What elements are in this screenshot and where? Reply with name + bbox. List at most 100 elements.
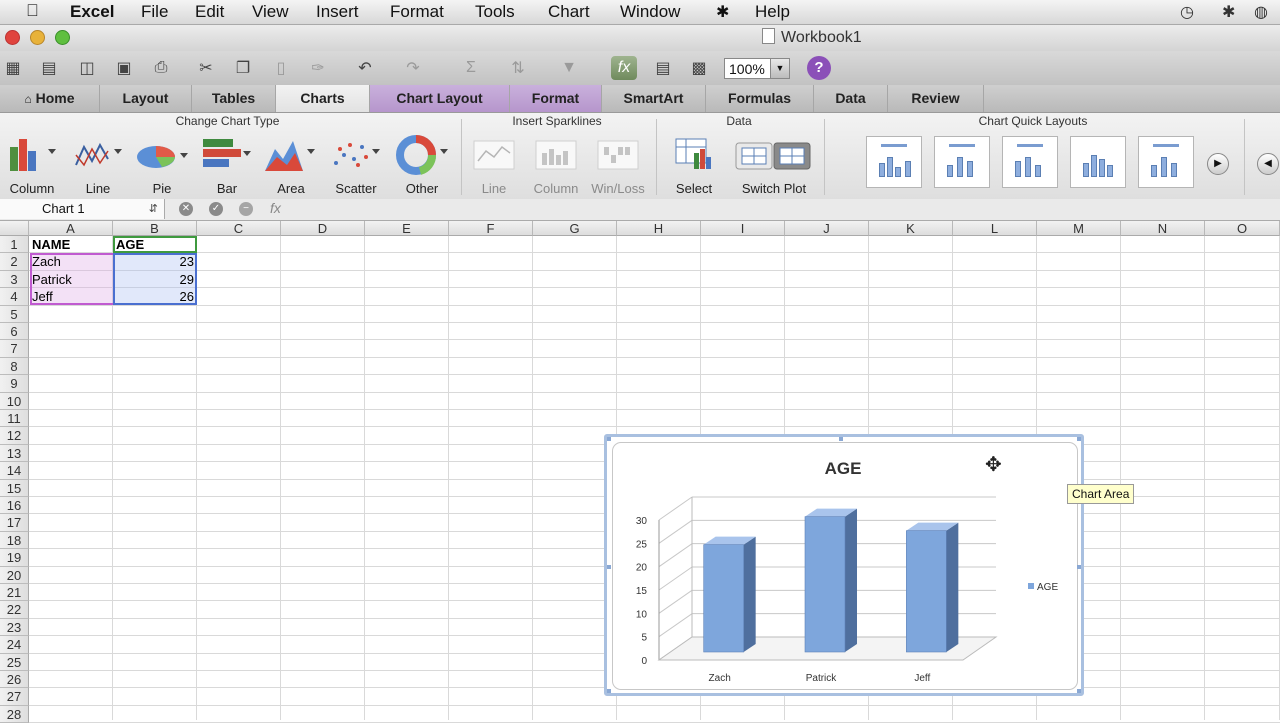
menu-help[interactable]: Help <box>755 2 790 22</box>
tab-chart-layout[interactable]: Chart Layout <box>370 85 510 112</box>
row-header-6[interactable]: 6 <box>0 323 29 341</box>
area-chart-button[interactable]: Area <box>263 135 319 196</box>
menu-window[interactable]: Window <box>620 2 680 22</box>
name-box[interactable]: Chart 1 ⇵ <box>0 199 165 219</box>
quick-layout-4[interactable] <box>1070 136 1126 188</box>
script-menu-icon[interactable]: ✱ <box>716 2 729 22</box>
column-header-A[interactable]: A <box>29 221 113 236</box>
stepper-icon[interactable]: ⇵ <box>149 199 158 219</box>
quick-layout-5[interactable] <box>1138 136 1194 188</box>
previous-arrow-icon[interactable]: ◀ <box>1257 153 1279 175</box>
row-header-26[interactable]: 26 <box>0 671 29 689</box>
menu-edit[interactable]: Edit <box>195 2 224 22</box>
other-chart-button[interactable]: Other <box>394 135 450 196</box>
row-header-2[interactable]: 2 <box>0 253 29 271</box>
chevron-down-icon[interactable]: ▼ <box>770 59 789 78</box>
tab-tables[interactable]: Tables <box>192 85 276 112</box>
tab-home[interactable]: ⌂ Home <box>0 85 100 112</box>
column-header-F[interactable]: F <box>449 221 533 236</box>
apple-menu-icon[interactable]:  <box>26 1 39 21</box>
row-header-14[interactable]: 14 <box>0 462 29 480</box>
cell-B3[interactable]: 29 <box>116 271 194 288</box>
time-machine-icon[interactable]: ◷ <box>1180 2 1194 22</box>
column-header-D[interactable]: D <box>281 221 365 236</box>
menu-tools[interactable]: Tools <box>475 2 515 22</box>
accept-formula-icon[interactable]: ✓ <box>209 202 223 216</box>
chart-object[interactable]: AGE 0 5 10 15 20 25 30 Zach Patrick Jeff AGE <box>604 434 1084 696</box>
switch-plot-button[interactable]: Switch Plot <box>732 135 816 196</box>
row-header-19[interactable]: 19 <box>0 549 29 567</box>
bluetooth-icon[interactable]: ✱ <box>1222 2 1235 22</box>
sort-icon[interactable]: ⇅ <box>505 56 531 80</box>
column-header-O[interactable]: O <box>1205 221 1280 236</box>
copy-icon[interactable]: ❐ <box>230 56 256 80</box>
column-chart-button[interactable]: Column <box>4 135 60 196</box>
row-header-8[interactable]: 8 <box>0 357 29 376</box>
quick-layout-1[interactable] <box>866 136 922 188</box>
format-painter-icon[interactable]: ✑ <box>305 56 331 80</box>
zoom-window-button[interactable] <box>55 30 70 45</box>
row-header-13[interactable]: 13 <box>0 444 29 463</box>
tab-charts[interactable]: Charts <box>276 85 370 112</box>
column-header-M[interactable]: M <box>1037 221 1121 236</box>
column-header-N[interactable]: N <box>1121 221 1205 236</box>
select-all-corner[interactable] <box>0 221 29 236</box>
print-icon[interactable]: ⎙ <box>148 56 174 80</box>
zoom-select[interactable]: 100% ▼ <box>724 58 790 79</box>
bar-chart-button[interactable]: Bar <box>199 135 255 196</box>
template-gallery-icon[interactable]: ▤ <box>36 56 62 80</box>
menu-view[interactable]: View <box>252 2 289 22</box>
menu-insert[interactable]: Insert <box>316 2 359 22</box>
help-button[interactable]: ? <box>807 56 831 80</box>
row-header-28[interactable]: 28 <box>0 705 29 723</box>
row-header-9[interactable]: 9 <box>0 375 29 393</box>
row-header-1[interactable]: 1 <box>0 236 29 254</box>
line-chart-button[interactable]: Line <box>70 135 126 196</box>
row-header-22[interactable]: 22 <box>0 601 29 619</box>
column-header-H[interactable]: H <box>617 221 701 236</box>
tab-data[interactable]: Data <box>814 85 888 112</box>
row-header-18[interactable]: 18 <box>0 531 29 550</box>
row-header-27[interactable]: 27 <box>0 688 29 706</box>
fx-label[interactable]: fx <box>270 200 281 216</box>
tab-smartart[interactable]: SmartArt <box>602 85 706 112</box>
cell-A3[interactable]: Patrick <box>32 271 72 288</box>
row-header-16[interactable]: 16 <box>0 497 29 515</box>
paste-icon[interactable]: ▯ <box>268 56 294 80</box>
row-header-15[interactable]: 15 <box>0 479 29 497</box>
column-header-G[interactable]: G <box>533 221 617 236</box>
close-window-button[interactable] <box>5 30 20 45</box>
tab-review[interactable]: Review <box>888 85 984 112</box>
column-header-L[interactable]: L <box>953 221 1037 236</box>
cell-A2[interactable]: Zach <box>32 253 61 270</box>
cell-B1[interactable]: AGE <box>116 236 144 253</box>
pie-chart-button[interactable]: Pie <box>134 135 190 196</box>
formula-builder-icon[interactable]: fx <box>611 56 637 80</box>
sparkline-column-button[interactable]: Column <box>528 135 584 196</box>
row-header-5[interactable]: 5 <box>0 305 29 323</box>
open-icon[interactable]: ◫ <box>74 56 100 80</box>
menu-chart[interactable]: Chart <box>548 2 590 22</box>
quick-layout-3[interactable] <box>1002 136 1058 188</box>
redo-icon[interactable]: ↷ <box>400 56 426 80</box>
sparkline-winloss-button[interactable]: Win/Loss <box>590 135 646 196</box>
cancel-formula-icon[interactable]: ✕ <box>179 202 193 216</box>
quick-layout-2[interactable] <box>934 136 990 188</box>
cut-icon[interactable]: ✂ <box>193 56 219 80</box>
cell-B2[interactable]: 23 <box>116 253 194 270</box>
row-header-23[interactable]: 23 <box>0 618 29 637</box>
select-data-button[interactable]: Select <box>666 135 722 196</box>
sparkline-line-button[interactable]: Line <box>466 135 522 196</box>
tab-layout[interactable]: Layout <box>100 85 192 112</box>
cell-B4[interactable]: 26 <box>116 288 194 305</box>
autosum-icon[interactable]: Σ <box>458 56 484 80</box>
tab-format[interactable]: Format <box>510 85 602 112</box>
row-header-7[interactable]: 7 <box>0 340 29 358</box>
cell-A4[interactable]: Jeff <box>32 288 53 305</box>
row-header-21[interactable]: 21 <box>0 584 29 602</box>
minimize-window-button[interactable] <box>30 30 45 45</box>
app-menu[interactable]: Excel <box>70 2 114 22</box>
row-header-4[interactable]: 4 <box>0 288 29 306</box>
next-layouts-arrow-icon[interactable]: ▶ <box>1207 153 1229 175</box>
scatter-chart-button[interactable]: Scatter <box>328 135 384 196</box>
